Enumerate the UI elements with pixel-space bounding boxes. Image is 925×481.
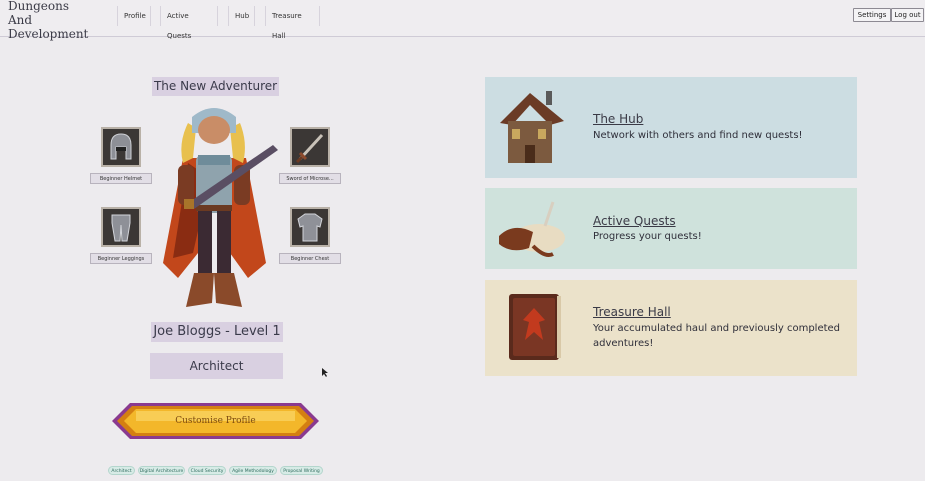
skill-chip[interactable]: Architect	[108, 466, 135, 475]
treasure-hall-card[interactable]: Treasure Hall Your accumulated haul and …	[485, 280, 857, 376]
character-avatar	[163, 108, 278, 307]
settings-button[interactable]: Settings	[853, 8, 891, 22]
tavern-building-icon	[500, 91, 564, 163]
sword-slot[interactable]	[290, 127, 330, 167]
sword-label: Sword of Microse...	[279, 173, 341, 184]
brand-line-1: Dungeons	[8, 0, 69, 13]
skill-chip[interactable]: Proposal Writing	[280, 466, 323, 475]
nav-link-treasure-hall[interactable]: Treasure Hall	[265, 6, 320, 40]
hub-card-title[interactable]: The Hub	[593, 112, 643, 126]
helmet-slot[interactable]	[101, 127, 141, 167]
skill-chip[interactable]: Cloud Security	[188, 466, 226, 475]
player-class: Architect	[150, 353, 283, 379]
player-name-level: Joe Bloggs - Level 1	[151, 322, 283, 342]
nav-link-hub[interactable]: Hub	[228, 6, 255, 26]
mouse-cursor-icon	[322, 368, 328, 377]
skill-chip[interactable]: Digital Architecture	[138, 466, 185, 475]
treasure-hall-card-description: Your accumulated haul and previously com…	[593, 323, 841, 349]
active-quests-card[interactable]: Active Quests Progress your quests!	[485, 188, 857, 269]
helmet-label: Beginner Helmet	[90, 173, 152, 184]
customise-profile-label: Customise Profile	[175, 416, 256, 426]
character-title: The New Adventurer	[152, 77, 279, 96]
chest-armor-icon	[297, 213, 323, 242]
leggings-icon	[111, 214, 131, 242]
sword-icon	[295, 133, 324, 164]
active-quests-card-description: Progress your quests!	[593, 231, 702, 242]
treasure-hall-card-title[interactable]: Treasure Hall	[593, 305, 671, 319]
top-navigation: Dungeons And Development Profile Active …	[0, 0, 925, 41]
leggings-label: Beginner Leggings	[90, 253, 152, 264]
spellbook-icon	[509, 294, 561, 360]
customise-profile-button[interactable]: Customise Profile	[112, 399, 319, 443]
brand-line-2: And Development	[8, 13, 89, 41]
nav-link-active-quests[interactable]: Active Quests	[160, 6, 218, 40]
logout-button[interactable]: Log out	[891, 8, 924, 22]
quest-scroll-icon	[499, 201, 565, 257]
nav-link-profile[interactable]: Profile	[117, 6, 151, 26]
hub-card[interactable]: The Hub Network with others and find new…	[485, 77, 857, 178]
leggings-slot[interactable]	[101, 207, 141, 247]
active-quests-card-title[interactable]: Active Quests	[593, 214, 676, 228]
chest-slot[interactable]	[290, 207, 330, 247]
chest-label: Beginner Chest	[279, 253, 341, 264]
hub-card-description: Network with others and find new quests!	[593, 130, 803, 141]
skill-chip[interactable]: Agile Methodology	[229, 466, 277, 475]
brand-logo[interactable]: Dungeons And Development	[8, 0, 108, 41]
helmet-icon	[110, 133, 132, 160]
